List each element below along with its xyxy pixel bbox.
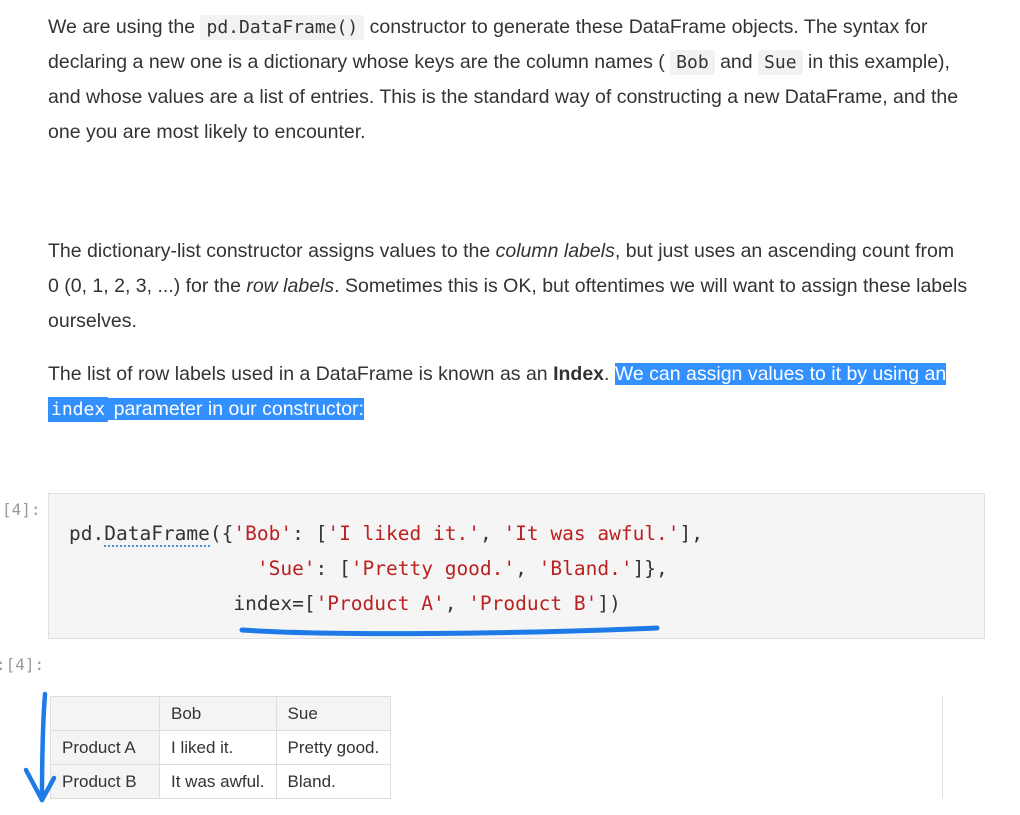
inline-code-sue: Sue (758, 50, 803, 75)
code-string: 'I liked it.' (327, 522, 480, 545)
table-cell: I liked it. (159, 730, 277, 765)
code-string: 'Pretty good.' (350, 557, 516, 580)
code-string: 'It was awful.' (503, 522, 680, 545)
inline-code-index: index (48, 397, 109, 422)
selected-text-2: parameter in our constructor: (108, 398, 364, 420)
table-cell: Pretty good. (275, 730, 392, 765)
selected-text-1: We can assign values to it by using an (614, 363, 947, 385)
code-token: ]) (597, 592, 621, 615)
index-paragraph: The list of row labels used in a DataFra… (48, 357, 968, 427)
column-header-sue: Sue (275, 696, 392, 731)
code-token: : [ (315, 557, 351, 580)
code-token: : [ (292, 522, 328, 545)
row-index-label: Product A (50, 730, 160, 765)
output-area-divider (942, 696, 943, 798)
row-labels-paragraph: The dictionary-list constructor assigns … (48, 234, 968, 339)
para2-em-row-labels: row labels (246, 275, 335, 297)
code-string: 'Product B' (468, 592, 598, 615)
row-index-label: Product B (50, 764, 160, 799)
code-string: 'Bob' (233, 522, 293, 545)
table-cell: Bland. (275, 764, 392, 799)
intro-text-1: We are using the (48, 16, 201, 38)
table-corner (50, 696, 160, 731)
intro-text-3: and (714, 51, 759, 73)
code-token: index=[ (233, 592, 316, 615)
code-token: , (515, 557, 539, 580)
code-token: , (479, 522, 504, 545)
table-row: Product B It was awful. Bland. (50, 764, 392, 799)
para3-text-2: . (604, 363, 615, 385)
dataframe-output-table: Bob Sue Product A I liked it. Pretty goo… (50, 696, 392, 799)
column-header-bob: Bob (159, 696, 277, 731)
table-row: Product A I liked it. Pretty good. (50, 730, 392, 765)
output-prompt: :[4]: (0, 655, 45, 674)
inline-code-dataframe: pd.DataFrame() (200, 15, 365, 40)
para3-strong-index: Index (553, 363, 605, 385)
code-block[interactable]: pd.DataFrame({'Bob': ['I liked it.', 'It… (69, 516, 703, 621)
code-string: 'Bland.' (538, 557, 633, 580)
table-header-row: Bob Sue (50, 696, 392, 731)
code-function-name: DataFrame (104, 522, 210, 547)
para2-em-column-labels: column labels (495, 240, 615, 262)
para2-text-1: The dictionary-list constructor assigns … (48, 240, 496, 262)
code-string: 'Sue' (256, 557, 316, 580)
code-token: , (444, 592, 469, 615)
para3-text-1: The list of row labels used in a DataFra… (48, 363, 554, 385)
intro-paragraph: We are using the pd.DataFrame() construc… (48, 10, 968, 150)
code-token: pd. (69, 522, 105, 545)
code-string: 'Product A' (315, 592, 445, 615)
inline-code-bob: Bob (670, 50, 715, 75)
code-cell[interactable]: pd.DataFrame({'Bob': ['I liked it.', 'It… (48, 493, 985, 639)
code-token: ({ (209, 522, 234, 545)
code-token: ]}, (632, 557, 668, 580)
input-prompt: [4]: (2, 500, 41, 519)
code-token: ], (679, 522, 704, 545)
table-cell: It was awful. (159, 764, 277, 799)
